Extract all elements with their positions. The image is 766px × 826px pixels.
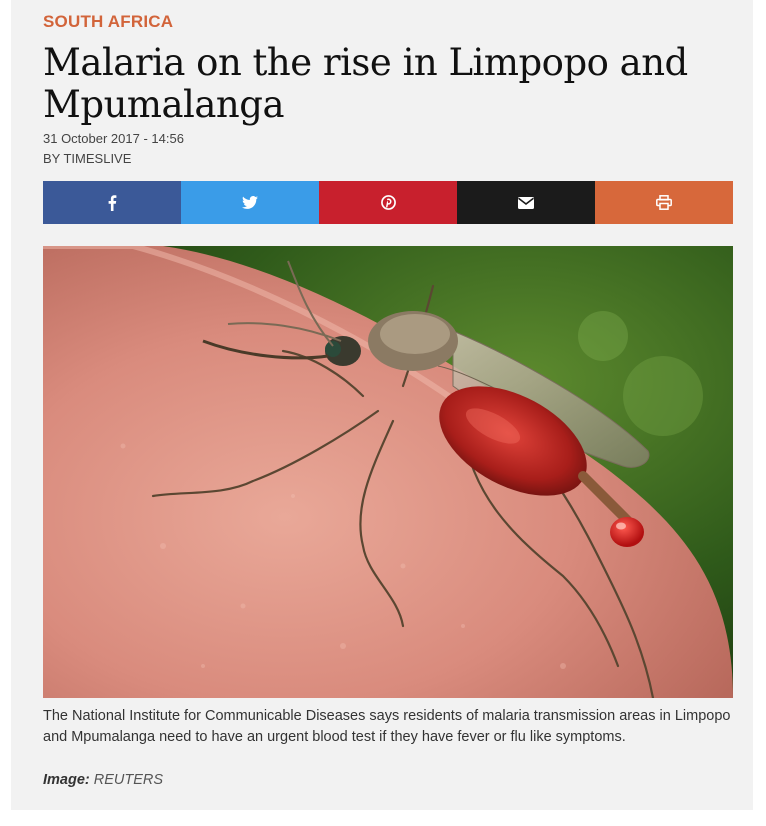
mosquito-photo	[43, 246, 733, 698]
article-photo-mosquito	[43, 246, 733, 698]
pinterest-icon	[380, 195, 396, 210]
twitter-share-button[interactable]	[181, 181, 319, 224]
envelope-icon	[518, 196, 534, 209]
print-icon	[656, 195, 672, 210]
photo-caption: The National Institute for Communicable …	[43, 708, 731, 745]
credit-label: Image:	[43, 772, 90, 788]
share-bar	[43, 181, 733, 224]
article-card: SOUTH AFRICA Malaria on the rise in Limp…	[11, 0, 753, 810]
section-label[interactable]: SOUTH AFRICA	[43, 12, 173, 32]
article-dateline: 31 October 2017 - 14:56	[43, 131, 184, 146]
article-byline: BY TIMESLIVE	[43, 151, 132, 166]
photo-credit: Image: REUTERS	[43, 772, 163, 788]
twitter-icon	[242, 196, 258, 209]
credit-source: REUTERS	[93, 772, 164, 788]
pinterest-share-button[interactable]	[319, 181, 457, 224]
print-button[interactable]	[595, 181, 733, 224]
email-share-button[interactable]	[457, 181, 595, 224]
facebook-share-button[interactable]	[43, 181, 181, 224]
facebook-icon	[108, 194, 117, 211]
article-headline: Malaria on the rise in Limpopo and Mpuma…	[43, 41, 688, 126]
